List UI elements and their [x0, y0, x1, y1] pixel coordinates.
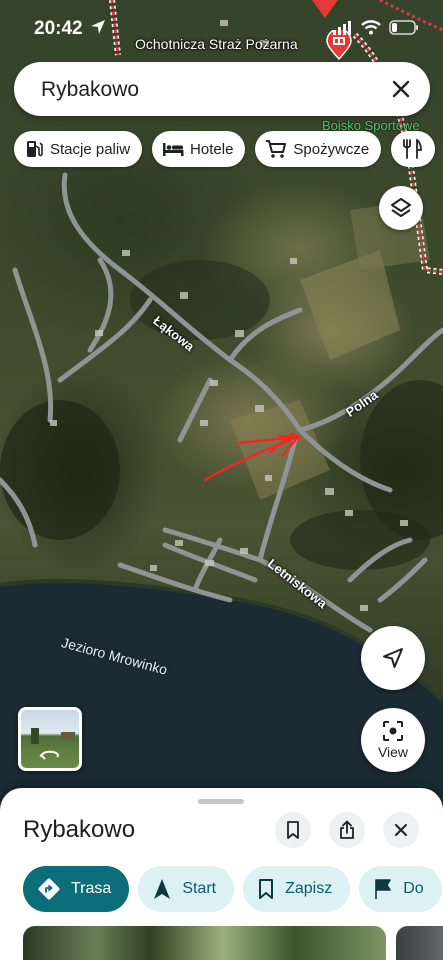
share-icon	[340, 820, 354, 839]
chip-label: Hotele	[190, 140, 234, 158]
navigation-icon	[154, 879, 171, 899]
start-button[interactable]: Start	[138, 866, 235, 912]
street-view-rotate-icon	[31, 728, 75, 760]
place-photo[interactable]	[396, 926, 443, 960]
chip-gas-stations[interactable]: Stacje paliw	[14, 131, 143, 167]
action-buttons: Trasa Start Zapisz Do	[23, 866, 442, 912]
close-sheet-button[interactable]	[383, 812, 419, 848]
wifi-icon	[361, 20, 381, 35]
flag-icon	[375, 879, 392, 899]
share-button[interactable]	[329, 812, 365, 848]
start-label: Start	[182, 880, 217, 897]
my-location-button[interactable]	[361, 626, 425, 690]
poi-fire-station[interactable]: Ochotnicza Straż Pożarna	[135, 36, 298, 54]
sheet-drag-handle[interactable]	[198, 799, 244, 804]
close-icon	[395, 824, 407, 836]
close-icon	[392, 80, 410, 98]
search-input[interactable]: Rybakowo	[41, 78, 139, 102]
status-time: 20:42	[34, 18, 106, 40]
clear-search-button[interactable]	[388, 76, 414, 102]
chip-label: Stacje paliw	[50, 140, 131, 158]
layers-icon	[391, 198, 411, 217]
status-time-text: 20:42	[34, 18, 83, 39]
lens-view-button[interactable]: View	[361, 708, 425, 772]
chip-label: Spożywcze	[293, 140, 370, 158]
layers-button[interactable]	[379, 186, 423, 230]
chip-restaurants[interactable]	[391, 131, 436, 167]
chip-groceries[interactable]: Spożywcze	[255, 131, 382, 167]
restaurant-icon	[403, 139, 423, 159]
status-icons	[333, 20, 419, 35]
directions-button[interactable]: Trasa	[23, 866, 130, 912]
signal-icon	[333, 20, 351, 35]
location-arrow-icon	[90, 20, 105, 34]
add-stop-label: Do	[403, 880, 424, 897]
camera-lens-icon	[383, 721, 403, 741]
place-title: Rybakowo	[23, 816, 136, 843]
search-bar[interactable]: Rybakowo	[14, 62, 430, 116]
add-stop-button[interactable]: Do	[359, 866, 442, 912]
cart-icon	[266, 140, 287, 158]
bed-icon	[163, 143, 184, 156]
bookmark-icon	[259, 879, 274, 899]
navigation-arrow-icon	[383, 648, 403, 668]
place-photo[interactable]	[23, 926, 386, 960]
gas-station-icon	[27, 141, 43, 157]
chip-hotels[interactable]: Hotele	[152, 131, 246, 167]
bookmark-icon	[287, 821, 299, 839]
save-button[interactable]: Zapisz	[243, 866, 351, 912]
place-bottom-sheet[interactable]: Rybakowo Trasa Start Zapisz Do	[0, 788, 443, 960]
poi-label: Ochotnicza Straż Pożarna	[135, 36, 298, 52]
map-pin-top	[312, 0, 338, 18]
view-label: View	[377, 744, 409, 760]
save-place-button[interactable]	[275, 812, 311, 848]
photo-strip	[23, 926, 443, 960]
directions-label: Trasa	[71, 880, 112, 897]
save-label: Zapisz	[285, 880, 333, 897]
directions-icon	[38, 878, 60, 900]
street-view-thumbnail[interactable]	[18, 707, 82, 771]
battery-icon	[389, 20, 418, 35]
category-chips: Stacje paliw Hotele Spożywcze	[14, 131, 436, 167]
